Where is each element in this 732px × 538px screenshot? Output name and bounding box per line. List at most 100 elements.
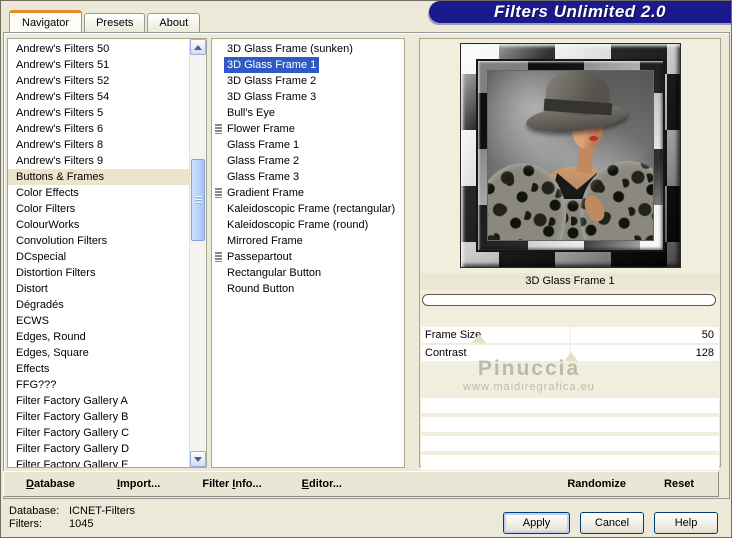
tab-presets[interactable]: Presets (84, 13, 146, 33)
scroll-up-button[interactable] (190, 39, 206, 55)
filters-count-value: 1045 (69, 518, 94, 530)
parameter-sliders: Frame Size 50 Contrast 128 Pinuccia www.… (421, 327, 719, 474)
filters-unlimited-dialog: Filters Unlimited 2.0 Navigator Presets … (0, 0, 732, 538)
help-button[interactable]: Help (654, 512, 718, 534)
preview-caption: 3D Glass Frame 1 (420, 273, 720, 290)
tab-strip: Navigator Presets About (9, 10, 202, 33)
filter-item[interactable]: Gradient Frame (212, 185, 404, 201)
filter-item[interactable]: Flower Frame (212, 121, 404, 137)
watermark-area: Pinuccia www.maidiregrafica.eu (421, 357, 719, 398)
category-item[interactable]: Andrew's Filters 6 (8, 121, 189, 137)
filter-item[interactable]: Glass Frame 3 (212, 169, 404, 185)
category-item[interactable]: Andrew's Filters 54 (8, 89, 189, 105)
category-item[interactable]: Distortion Filters (8, 265, 189, 281)
category-item[interactable]: ECWS (8, 313, 189, 329)
category-item[interactable]: Edges, Square (8, 345, 189, 361)
scrollbar-thumb[interactable] (191, 159, 205, 241)
filter-item[interactable]: Passepartout (212, 249, 404, 265)
slider-frame-size[interactable]: Frame Size 50 (421, 327, 719, 343)
app-title: Filters Unlimited 2.0 (493, 2, 667, 21)
toolbar-strip: Database Import... Filter Info... Editor… (3, 471, 719, 497)
tab-navigator[interactable]: Navigator (9, 10, 83, 33)
frame-inner-band (476, 59, 665, 252)
category-item[interactable]: Filter Factory Gallery E (8, 457, 189, 467)
preview-photo (487, 70, 654, 241)
filter-item[interactable]: Rectangular Button (212, 265, 404, 281)
category-item[interactable]: Andrew's Filters 9 (8, 153, 189, 169)
slider-label: Contrast (425, 347, 467, 359)
empty-parameter-row (421, 436, 719, 451)
watermark: Pinuccia www.maidiregrafica.eu (439, 357, 619, 393)
category-item[interactable]: Andrew's Filters 8 (8, 137, 189, 153)
category-item[interactable]: Convolution Filters (8, 233, 189, 249)
filter-info-button[interactable]: Filter Info... (202, 478, 261, 490)
chevron-down-icon (194, 456, 202, 462)
stack-icon (215, 188, 222, 198)
import-button[interactable]: Import... (117, 478, 160, 490)
category-item[interactable]: Filter Factory Gallery B (8, 409, 189, 425)
status-area: Database: ICNET-Filters Filters: 1045 (9, 505, 135, 531)
category-listbox: Andrew's Filters 50 Andrew's Filters 51 … (7, 38, 207, 468)
chevron-up-icon (194, 44, 202, 50)
slider-contrast[interactable]: Contrast 128 (421, 345, 719, 361)
category-item[interactable]: Andrew's Filters 5 (8, 105, 189, 121)
filter-listbox: 3D Glass Frame (sunken) 3D Glass Frame 1… (211, 38, 405, 468)
preview-image-frame (460, 43, 681, 268)
reset-button[interactable]: Reset (664, 478, 694, 490)
category-item[interactable]: Color Filters (8, 201, 189, 217)
empty-parameter-row (421, 417, 719, 432)
filter-item[interactable]: Kaleidoscopic Frame (round) (212, 217, 404, 233)
category-item[interactable]: Andrew's Filters 52 (8, 73, 189, 89)
filter-item[interactable]: Bull's Eye (212, 105, 404, 121)
progress-bar (422, 294, 716, 306)
filter-item-selected[interactable]: 3D Glass Frame 1 (212, 57, 404, 73)
category-item[interactable]: FFG??? (8, 377, 189, 393)
category-item-selected[interactable]: Buttons & Frames (8, 169, 189, 185)
category-scrollbar[interactable] (189, 39, 206, 467)
slider-value: 128 (695, 347, 714, 359)
category-item[interactable]: ColourWorks (8, 217, 189, 233)
category-item[interactable]: Color Effects (8, 185, 189, 201)
editor-button[interactable]: Editor... (302, 478, 342, 490)
category-item[interactable]: Filter Factory Gallery A (8, 393, 189, 409)
filters-count-label: Filters: (9, 518, 42, 530)
category-list: Andrew's Filters 50 Andrew's Filters 51 … (8, 39, 189, 467)
empty-parameter-row (421, 398, 719, 413)
database-button[interactable]: Database (26, 478, 75, 490)
filter-item[interactable]: 3D Glass Frame 3 (212, 89, 404, 105)
filter-item[interactable]: Mirrored Frame (212, 233, 404, 249)
category-item[interactable]: Edges, Round (8, 329, 189, 345)
watermark-url: www.maidiregrafica.eu (463, 381, 595, 393)
filter-item[interactable]: Round Button (212, 281, 404, 297)
slider-value: 50 (701, 329, 714, 341)
filter-item[interactable]: Glass Frame 1 (212, 137, 404, 153)
filter-item[interactable]: Kaleidoscopic Frame (rectangular) (212, 201, 404, 217)
filter-item[interactable]: Glass Frame 2 (212, 153, 404, 169)
tab-about[interactable]: About (147, 13, 201, 33)
filter-item[interactable]: 3D Glass Frame (sunken) (212, 41, 404, 57)
category-item[interactable]: Andrew's Filters 51 (8, 57, 189, 73)
database-status-value: ICNET-Filters (69, 505, 135, 517)
database-status-label: Database: (9, 505, 60, 517)
category-item[interactable]: Filter Factory Gallery D (8, 441, 189, 457)
category-item[interactable]: DCspecial (8, 249, 189, 265)
category-item[interactable]: Effects (8, 361, 189, 377)
filter-item[interactable]: 3D Glass Frame 2 (212, 73, 404, 89)
stack-icon (215, 252, 222, 262)
stack-icon (215, 124, 222, 134)
randomize-button[interactable]: Randomize (567, 478, 626, 490)
category-item[interactable]: Andrew's Filters 50 (8, 41, 189, 57)
empty-parameter-row (421, 455, 719, 470)
category-item[interactable]: Dégradés (8, 297, 189, 313)
slider-marker[interactable] (472, 334, 487, 343)
slider-marker[interactable] (563, 352, 578, 361)
category-item[interactable]: Distort (8, 281, 189, 297)
title-banner: Filters Unlimited 2.0 (429, 1, 731, 23)
photo-figure (589, 136, 598, 141)
action-buttons: Apply Cancel Help (503, 512, 718, 534)
cancel-button[interactable]: Cancel (580, 512, 644, 534)
category-item[interactable]: Filter Factory Gallery C (8, 425, 189, 441)
scroll-down-button[interactable] (190, 451, 206, 467)
apply-button[interactable]: Apply (503, 512, 570, 534)
preview-panel: 3D Glass Frame 1 Frame Size 50 Contrast … (419, 38, 721, 470)
